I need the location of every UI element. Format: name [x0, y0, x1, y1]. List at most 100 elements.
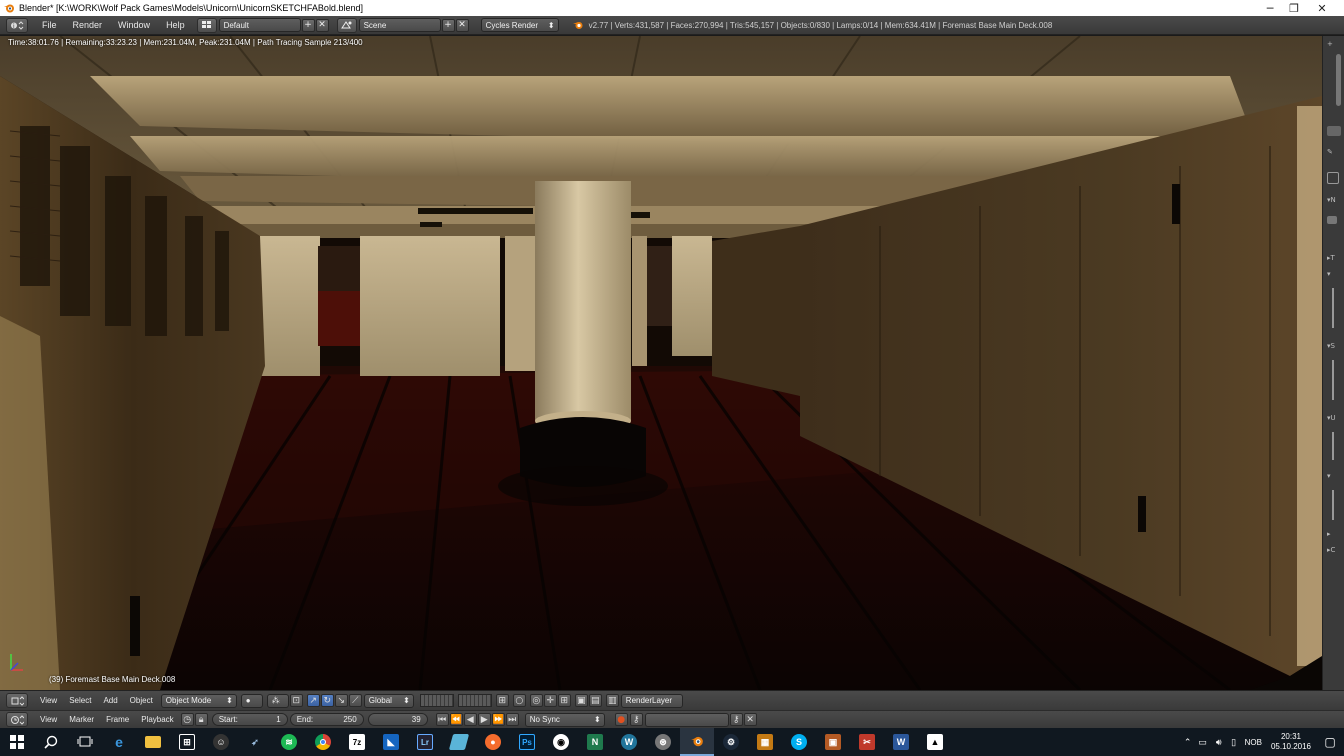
- taskbar-app-word[interactable]: W: [884, 728, 918, 756]
- taskbar-app-wordpress[interactable]: W: [612, 728, 646, 756]
- current-frame-field[interactable]: 39: [367, 713, 428, 726]
- jump-key-forward-button[interactable]: ⏩: [491, 713, 505, 726]
- menu-object[interactable]: Object: [124, 696, 159, 705]
- taskbar-app-steam[interactable]: ⚙: [714, 728, 748, 756]
- menu-frame[interactable]: Frame: [100, 715, 135, 724]
- panel-icon[interactable]: [1327, 172, 1339, 184]
- taskbar-app-vpn[interactable]: ◣: [374, 728, 408, 756]
- viewport-shading-dropdown[interactable]: ●: [240, 693, 263, 708]
- manipulator-toggle[interactable]: ⊡: [289, 694, 303, 707]
- toggle-icon[interactable]: [1327, 216, 1337, 224]
- taskbar-app-chrome[interactable]: [306, 728, 340, 756]
- taskbar-app-game[interactable]: ▣: [816, 728, 850, 756]
- wrench-icon[interactable]: ✎: [1327, 148, 1341, 156]
- chevron-down-icon[interactable]: ▾U: [1327, 414, 1341, 422]
- preview-range-button[interactable]: ◷: [180, 713, 194, 726]
- close-button[interactable]: ✕: [1300, 0, 1344, 16]
- transform-orientation-dropdown[interactable]: Global ⬍: [363, 693, 414, 708]
- remove-scene-button[interactable]: ✕: [455, 18, 469, 32]
- jump-start-button[interactable]: ⏮: [435, 713, 449, 726]
- layer-buttons-2[interactable]: [457, 694, 492, 707]
- taskbar-search-button[interactable]: [34, 728, 68, 756]
- plus-icon[interactable]: +: [1327, 40, 1341, 48]
- keying-set-field[interactable]: [644, 712, 729, 727]
- taskbar-app-feather[interactable]: ➶: [238, 728, 272, 756]
- menu-playback[interactable]: Playback: [135, 715, 179, 724]
- lock-range-button[interactable]: 🔒︎: [194, 713, 208, 726]
- slider-track[interactable]: [1332, 360, 1334, 400]
- menu-file[interactable]: File: [34, 20, 65, 30]
- opengl-anim-button[interactable]: ▤: [588, 694, 602, 707]
- scale-manipulator[interactable]: ↘: [334, 694, 348, 707]
- menu-marker[interactable]: Marker: [63, 715, 100, 724]
- normal-manipulator[interactable]: ⟋: [348, 694, 362, 707]
- battery-icon[interactable]: ▯: [1227, 737, 1241, 748]
- taskbar-app-notepad[interactable]: N: [578, 728, 612, 756]
- layers-icon[interactable]: [1327, 126, 1341, 136]
- render-engine-dropdown[interactable]: Cycles Render ⬍: [480, 18, 559, 32]
- menu-add[interactable]: Add: [97, 696, 123, 705]
- taskbar-app-photos[interactable]: ▲: [918, 728, 952, 756]
- taskbar-app-person[interactable]: ☺: [204, 728, 238, 756]
- jump-end-button[interactable]: ⏭: [505, 713, 519, 726]
- remove-screen-button[interactable]: ✕: [315, 18, 329, 32]
- jump-key-back-button[interactable]: ⏪: [449, 713, 463, 726]
- menu-view[interactable]: View: [34, 715, 63, 724]
- slider-track[interactable]: [1332, 490, 1334, 520]
- taskbar-app-cube[interactable]: [442, 728, 476, 756]
- chevron-down-icon[interactable]: ▾S: [1327, 342, 1341, 350]
- taskbar-app-tool[interactable]: ✂: [850, 728, 884, 756]
- taskbar-app-skype[interactable]: S: [782, 728, 816, 756]
- taskbar-app-photoshop[interactable]: Ps: [510, 728, 544, 756]
- render-layer-field[interactable]: RenderLayer: [620, 693, 683, 708]
- taskbar-app-blender[interactable]: [680, 728, 714, 756]
- screen-layout-browse-button[interactable]: [196, 17, 217, 33]
- translate-manipulator[interactable]: ↗: [306, 694, 320, 707]
- snap-element-button[interactable]: ✛: [543, 694, 557, 707]
- opengl-render-button[interactable]: ▣: [574, 694, 588, 707]
- taskbar-app-origin[interactable]: ●: [476, 728, 510, 756]
- rotate-manipulator[interactable]: ↻: [320, 694, 334, 707]
- task-view-button[interactable]: [68, 728, 102, 756]
- delete-keyframe-button[interactable]: ✕: [743, 713, 757, 726]
- play-reverse-button[interactable]: ◀: [463, 713, 477, 726]
- slider-track[interactable]: [1332, 288, 1334, 328]
- chevron-down-icon[interactable]: ▾N: [1327, 196, 1341, 204]
- end-frame-field[interactable]: End: 250: [289, 713, 364, 726]
- chevron-right-icon[interactable]: ▸T: [1327, 254, 1341, 262]
- properties-tool-strip[interactable]: + ✎ ▾N ▸T ▾ ▾S ▾U ▾ ▸ ▸C: [1322, 36, 1344, 690]
- taskbar-app-spotify[interactable]: ≋: [272, 728, 306, 756]
- clock[interactable]: 20:31 05.10.2016: [1266, 732, 1316, 752]
- scrollbar-handle[interactable]: [1336, 54, 1341, 106]
- snap-button[interactable]: ◎: [529, 694, 543, 707]
- proportional-edit-button[interactable]: ○: [512, 694, 526, 707]
- chevron-down-icon[interactable]: ▾: [1327, 472, 1341, 480]
- snap-target-button[interactable]: ⊞: [557, 694, 571, 707]
- chevron-up-icon[interactable]: ⌃: [1181, 737, 1195, 748]
- slider-track[interactable]: [1332, 432, 1334, 460]
- editor-type-3dview-button[interactable]: [6, 693, 28, 708]
- add-scene-button[interactable]: +: [441, 18, 455, 32]
- 3d-viewport-render[interactable]: Time:38:01.76 | Remaining:33:23.23 | Mem…: [0, 36, 1322, 690]
- scene-browse-button[interactable]: [336, 17, 357, 33]
- chevron-right-icon[interactable]: ▸: [1327, 530, 1341, 538]
- taskbar-app-steering[interactable]: ⊛: [646, 728, 680, 756]
- insert-keyframe-button[interactable]: ⚷: [729, 713, 743, 726]
- taskbar-app-explorer[interactable]: [136, 728, 170, 756]
- menu-window[interactable]: Window: [110, 20, 158, 30]
- start-button[interactable]: [0, 728, 34, 756]
- sync-dropdown[interactable]: No Sync ⬍: [524, 712, 605, 727]
- taskbar-app-grid[interactable]: ▦: [748, 728, 782, 756]
- screen-layout-field[interactable]: Default: [218, 18, 301, 32]
- taskbar-app-7zip[interactable]: 7z: [340, 728, 374, 756]
- taskbar-app-edge[interactable]: e: [102, 728, 136, 756]
- network-icon[interactable]: ▭: [1195, 737, 1211, 748]
- start-frame-field[interactable]: Start: 1: [211, 713, 288, 726]
- mode-dropdown[interactable]: Object Mode ⬍: [160, 693, 237, 708]
- add-screen-button[interactable]: +: [301, 18, 315, 32]
- editor-type-info-button[interactable]: i: [6, 17, 28, 33]
- taskbar-app-eye[interactable]: ◉: [544, 728, 578, 756]
- taskbar-app-lightroom[interactable]: Lr: [408, 728, 442, 756]
- pivot-dropdown[interactable]: ⁂: [266, 693, 289, 708]
- lock-layers-button[interactable]: ⊞: [495, 694, 509, 707]
